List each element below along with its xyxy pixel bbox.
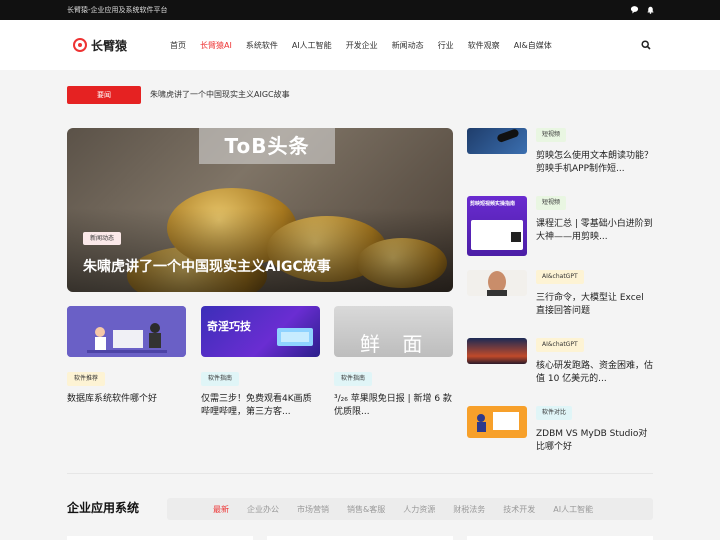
site-logo[interactable]: 长臂猿 (73, 36, 127, 54)
person-portrait-icon (487, 271, 507, 296)
tab-finance-legal[interactable]: 财税法务 (453, 504, 485, 515)
card-image: 鲜 面 (334, 306, 453, 357)
section-divider (67, 473, 653, 474)
hero-tag[interactable]: 新闻动态 (83, 232, 122, 245)
nav-item-industry[interactable]: 行业 (438, 40, 454, 51)
side-article[interactable]: 软件对比 ZDBM VS MyDB Studio对比哪个好 (467, 406, 653, 466)
nav-item-system-software[interactable]: 系统软件 (246, 40, 278, 51)
tab-tech-dev[interactable]: 技术开发 (503, 504, 535, 515)
top-bar: 长臂猿-企业应用及系统软件平台 (0, 0, 720, 20)
tab-ai[interactable]: AI人工智能 (553, 504, 593, 515)
side-article[interactable]: AI&chatGPT 核心研发跑路、资金困难，估值 10 亿美元的... (467, 338, 653, 398)
card-title[interactable]: 仅需三步！免费观看4K画质哔哩哔哩，第三方客... (201, 393, 320, 419)
microphone-icon (497, 129, 519, 143)
article-card[interactable]: 软件推荐 数据库系统软件哪个好 (67, 306, 186, 462)
card-title[interactable]: ³/₂₆ 苹果限免日报 | 新增 6 款优质限... (334, 393, 453, 419)
card-stub (267, 536, 453, 540)
nav-item-ai-media[interactable]: AI&自媒体 (514, 40, 552, 51)
side-title[interactable]: 三行命令，大模型让 Excel 直接回答问题 (536, 292, 654, 318)
card-title[interactable]: 数据库系统软件哪个好 (67, 393, 186, 406)
site-name: 长臂猿-企业应用及系统软件平台 (67, 6, 168, 14)
side-image (467, 128, 527, 154)
nav-item-ai-intelligence[interactable]: AI人工智能 (292, 40, 332, 51)
card-image: 奇淫巧技 (201, 306, 320, 357)
site-header: 长臂猿 首页 长臂猿AI 系统软件 AI人工智能 开发企业 新闻动态 行业 软件… (0, 20, 720, 70)
tab-marketing[interactable]: 市场营销 (297, 504, 329, 515)
card-image (67, 306, 186, 357)
logo-mark-icon (73, 38, 87, 52)
headline-badge[interactable]: 要闻 (67, 86, 141, 104)
side-image (467, 338, 527, 364)
tab-office[interactable]: 企业办公 (247, 504, 279, 515)
card-tag[interactable]: 软件指南 (201, 372, 240, 386)
card-image-text: 鲜 面 (360, 332, 431, 356)
card-stub (67, 536, 253, 540)
hero-shade (67, 208, 453, 292)
side-image-text: 剪映短视频实操指南 (470, 201, 516, 207)
chat-icon[interactable] (630, 5, 639, 14)
side-title[interactable]: 核心研发跑路、资金困难，估值 10 亿美元的... (536, 360, 654, 386)
tab-hr[interactable]: 人力资源 (403, 504, 435, 515)
side-image (467, 406, 527, 438)
keyboard-icon (277, 328, 313, 346)
hero-article[interactable]: ToB头条 新闻动态 朱啸虎讲了一个中国现实主义AIGC故事 (67, 128, 453, 292)
search-icon[interactable] (641, 40, 651, 50)
side-image (467, 270, 527, 296)
side-article[interactable]: AI&chatGPT 三行命令，大模型让 Excel 直接回答问题 (467, 270, 653, 330)
side-tag[interactable]: 软件对比 (536, 406, 573, 420)
tab-latest[interactable]: 最新 (213, 504, 229, 515)
side-image: 剪映短视频实操指南 (467, 196, 527, 256)
nav-item-ai[interactable]: 长臂猿AI (200, 40, 232, 51)
side-article[interactable]: 剪映短视频实操指南 短视频 课程汇总 | 零基础小白进阶到大神——用剪映... (467, 196, 653, 256)
headline-link[interactable]: 朱啸虎讲了一个中国现实主义AIGC故事 (150, 89, 290, 100)
nav-item-dev-companies[interactable]: 开发企业 (346, 40, 378, 51)
nav-item-software-watch[interactable]: 软件观察 (468, 40, 500, 51)
section-tabs: 最新 企业办公 市场营销 销售&客服 人力资源 财税法务 技术开发 AI人工智能 (167, 498, 653, 520)
card-stub (467, 536, 653, 540)
article-card[interactable]: 鲜 面 软件指南 ³/₂₆ 苹果限免日报 | 新增 6 款优质限... (334, 306, 453, 462)
card-tag[interactable]: 软件推荐 (67, 372, 106, 386)
hero-banner: ToB头条 (199, 128, 335, 164)
main-nav: 首页 长臂猿AI 系统软件 AI人工智能 开发企业 新闻动态 行业 软件观察 A… (170, 40, 566, 51)
side-title[interactable]: 课程汇总 | 零基础小白进阶到大神——用剪映... (536, 218, 654, 244)
tab-sales-service[interactable]: 销售&客服 (347, 504, 385, 515)
card-tag[interactable]: 软件指南 (334, 372, 373, 386)
qr-code-icon (511, 232, 521, 242)
nav-item-home[interactable]: 首页 (170, 40, 186, 51)
side-tag[interactable]: 短视频 (536, 128, 567, 142)
side-title[interactable]: ZDBM VS MyDB Studio对比哪个好 (536, 428, 654, 454)
illustration-people (67, 306, 186, 357)
side-tag[interactable]: 短视频 (536, 196, 567, 210)
bell-icon[interactable] (646, 5, 655, 14)
article-card[interactable]: 奇淫巧技 软件指南 仅需三步！免费观看4K画质哔哩哔哩，第三方客... (201, 306, 320, 462)
side-title[interactable]: 剪映怎么使用文本朗读功能？剪映手机APP制作短... (536, 150, 654, 176)
hero-title[interactable]: 朱啸虎讲了一个中国现实主义AIGC故事 (83, 256, 331, 276)
card-image-text: 奇淫巧技 (207, 320, 251, 333)
side-tag[interactable]: AI&chatGPT (536, 338, 584, 352)
logo-text: 长臂猿 (91, 38, 128, 53)
side-article[interactable]: 短视频 剪映怎么使用文本朗读功能？剪映手机APP制作短... (467, 128, 653, 188)
side-tag[interactable]: AI&chatGPT (536, 270, 584, 284)
nav-item-news[interactable]: 新闻动态 (392, 40, 424, 51)
illustration-desk (477, 412, 519, 432)
section-title: 企业应用系统 (67, 501, 140, 515)
